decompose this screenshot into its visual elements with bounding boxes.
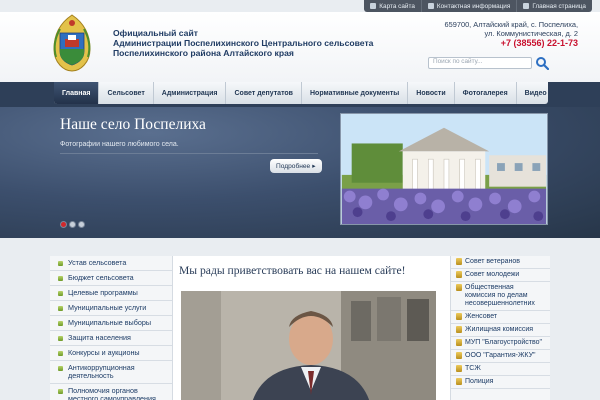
left-menu: Устав сельсовета Бюджет сельсовета Целев… bbox=[50, 256, 172, 400]
right-menu-item-label: Полиция bbox=[465, 378, 494, 385]
slide-divider bbox=[60, 153, 318, 154]
left-sidebar: Устав сельсовета Бюджет сельсовета Целев… bbox=[50, 256, 173, 400]
site-title-line-3: Поспелихинского района Алтайского края bbox=[113, 48, 294, 58]
document-icon bbox=[456, 271, 462, 278]
slider-dot-1[interactable] bbox=[60, 221, 67, 228]
read-more-label: Подробнее bbox=[276, 162, 311, 170]
hero-slider: Наше село Поспелиха Фотографии нашего лю… bbox=[0, 107, 600, 238]
main-navigation: Главная Сельсовет Администрация Совет де… bbox=[54, 82, 548, 104]
contacts-link-label: Контактная информация bbox=[436, 2, 511, 10]
right-menu-item[interactable]: ТСЖ bbox=[451, 363, 550, 376]
left-menu-item[interactable]: Устав сельсовета bbox=[50, 256, 172, 271]
right-menu-item[interactable]: Совет молодежи bbox=[451, 269, 550, 282]
village-building-photo bbox=[340, 113, 548, 225]
envelope-icon bbox=[427, 3, 434, 9]
right-menu-item-label: МУП "Благоустройство" bbox=[465, 339, 542, 346]
document-icon bbox=[456, 339, 462, 346]
sitemap-link-label: Карта сайта bbox=[379, 2, 415, 10]
left-menu-item[interactable]: Муниципальные услуги bbox=[50, 301, 172, 316]
nav-item-village-council[interactable]: Сельсовет bbox=[99, 82, 154, 104]
home-page-link[interactable]: Главная страница bbox=[516, 0, 592, 12]
site-header: Официальный сайт Администрации Поспелихи… bbox=[0, 12, 600, 82]
right-menu: Совет ветеранов Совет молодежи Обществен… bbox=[451, 256, 550, 389]
coat-of-arms-emblem[interactable] bbox=[50, 13, 94, 73]
phone-number: +7 (38556) 22-1-73 bbox=[500, 38, 578, 48]
top-utility-bar: Карта сайта Контактная информация Главна… bbox=[0, 0, 600, 12]
right-menu-item-label: Совет молодежи bbox=[465, 271, 520, 278]
document-icon bbox=[456, 352, 462, 359]
right-menu-item[interactable]: МУП "Благоустройство" bbox=[451, 337, 550, 350]
left-menu-item[interactable]: Конкурсы и аукционы bbox=[50, 346, 172, 361]
right-menu-item-label: Женсовет bbox=[465, 313, 498, 320]
right-menu-item-label: Совет ветеранов bbox=[465, 258, 520, 265]
content-area: Устав сельсовета Бюджет сельсовета Целев… bbox=[50, 256, 550, 400]
right-menu-item[interactable]: Жилищная комиссия bbox=[451, 324, 550, 337]
right-menu-item-label: Жилищная комиссия bbox=[465, 326, 534, 333]
main-column: Мы рады приветствовать вас на нашем сайт… bbox=[179, 256, 436, 400]
document-icon bbox=[456, 284, 462, 291]
site-title[interactable]: Официальный сайт Администрации Поспелихи… bbox=[113, 28, 373, 58]
read-more-button[interactable]: Подробнее ▸ bbox=[270, 159, 322, 173]
contacts-link[interactable]: Контактная информация bbox=[420, 0, 516, 12]
nav-item-council-of-deputies[interactable]: Совет депутатов bbox=[226, 82, 302, 104]
head-of-administration-photo bbox=[181, 291, 436, 400]
document-icon bbox=[456, 313, 462, 320]
address: 659700, Алтайский край, с. Поспелиха, ул… bbox=[445, 20, 578, 38]
address-line-1: 659700, Алтайский край, с. Поспелиха, bbox=[444, 20, 578, 29]
left-menu-item[interactable]: Муниципальные выборы bbox=[50, 316, 172, 331]
right-menu-item-label: Общественная комиссия по делам несоверше… bbox=[465, 284, 535, 307]
nav-item-administration[interactable]: Администрация bbox=[154, 82, 227, 104]
sitemap-icon bbox=[370, 3, 377, 9]
right-menu-item[interactable]: Женсовет bbox=[451, 311, 550, 324]
slide-title: Наше село Поспелиха bbox=[60, 116, 206, 133]
nav-item-photo-gallery[interactable]: Фотогалерея bbox=[455, 82, 517, 104]
chevron-right-icon: ▸ bbox=[312, 163, 316, 170]
left-menu-item[interactable]: Антикоррупционная деятельность bbox=[50, 361, 172, 384]
search-icon[interactable] bbox=[535, 56, 549, 70]
document-icon bbox=[456, 365, 462, 372]
site-title-line-1: Официальный сайт bbox=[113, 28, 198, 38]
slider-dot-2[interactable] bbox=[69, 221, 76, 228]
main-navigation-bar: Главная Сельсовет Администрация Совет де… bbox=[0, 82, 600, 107]
right-menu-item-label: ТСЖ bbox=[465, 365, 481, 372]
left-menu-item[interactable]: Целевые программы bbox=[50, 286, 172, 301]
search-input[interactable]: Поиск по сайту... bbox=[428, 57, 532, 69]
home-page-link-label: Главная страница bbox=[532, 2, 586, 10]
document-icon bbox=[456, 378, 462, 385]
document-icon bbox=[456, 258, 462, 265]
nav-item-home[interactable]: Главная bbox=[54, 82, 100, 104]
right-menu-item[interactable]: Общественная комиссия по делам несоверше… bbox=[451, 282, 550, 311]
document-icon bbox=[456, 326, 462, 333]
right-menu-item[interactable]: Полиция bbox=[451, 376, 550, 389]
right-sidebar: Совет ветеранов Совет молодежи Обществен… bbox=[450, 256, 550, 400]
slider-pagination bbox=[60, 221, 85, 228]
left-menu-item[interactable]: Полномочия органов местного самоуправлен… bbox=[50, 384, 172, 400]
nav-item-news[interactable]: Новости bbox=[408, 82, 455, 104]
welcome-heading: Мы рады приветствовать вас на нашем сайт… bbox=[179, 264, 406, 277]
right-menu-item[interactable]: ООО "Гарантия-ЖКУ" bbox=[451, 350, 550, 363]
right-menu-item[interactable]: Совет ветеранов bbox=[451, 256, 550, 269]
top-utility-links: Карта сайта Контактная информация Главна… bbox=[364, 0, 592, 12]
left-menu-item[interactable]: Защита населения bbox=[50, 331, 172, 346]
right-menu-item-label: ООО "Гарантия-ЖКУ" bbox=[465, 352, 536, 359]
nav-item-normative-documents[interactable]: Нормативные документы bbox=[302, 82, 409, 104]
site-title-line-2: Администрации Поспелихинского Центрально… bbox=[113, 38, 374, 48]
left-menu-item[interactable]: Бюджет сельсовета bbox=[50, 271, 172, 286]
slide-subtitle: Фотографии нашего любимого села. bbox=[60, 141, 179, 148]
sitemap-link[interactable]: Карта сайта bbox=[364, 0, 421, 12]
slider-dot-3[interactable] bbox=[78, 221, 85, 228]
home-icon bbox=[523, 3, 530, 9]
nav-item-video[interactable]: Видео bbox=[517, 82, 555, 104]
address-line-2: ул. Коммунистическая, д. 2 bbox=[484, 29, 578, 38]
